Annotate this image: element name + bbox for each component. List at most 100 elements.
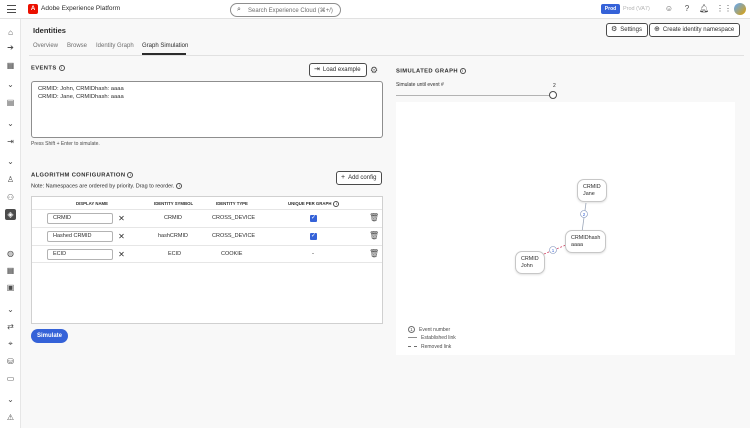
- events-textarea[interactable]: CRMID: John, CRMIDhash: aaaa CRMID: Jane…: [31, 81, 383, 138]
- people-icon[interactable]: ⚇: [5, 192, 16, 203]
- sandbox-name[interactable]: Prod (VA7): [623, 6, 650, 12]
- display-name-field[interactable]: Hashed CRMID: [47, 231, 113, 242]
- graph-node-crmid-jane[interactable]: CRMID Jane: [577, 179, 607, 202]
- feedback-icon[interactable]: ☺: [664, 4, 674, 14]
- events-heading: EVENTS i: [31, 65, 65, 72]
- home-icon[interactable]: ⌂: [5, 27, 16, 38]
- identity-icon[interactable]: ◈: [5, 209, 16, 220]
- help-icon[interactable]: ?: [682, 4, 692, 14]
- event-number-marker: 1: [408, 326, 415, 333]
- policy-icon[interactable]: ▣: [5, 282, 16, 293]
- grid-icon[interactable]: ▦: [5, 60, 16, 71]
- chevron-down-icon[interactable]: ⌄: [5, 118, 16, 129]
- page-title: Identities: [33, 26, 66, 35]
- tab-identity-graph[interactable]: Identity Graph: [96, 43, 134, 49]
- chevron-down-icon[interactable]: ⌄: [5, 304, 16, 315]
- data-icon[interactable]: ▤: [5, 97, 16, 108]
- apps-grid-icon[interactable]: ⋮⋮: [716, 4, 732, 14]
- add-config-button[interactable]: + Add config: [336, 171, 383, 185]
- unique-per-graph-checkbox[interactable]: ✓: [310, 233, 317, 240]
- app-title[interactable]: Adobe Experience Platform: [41, 5, 120, 12]
- monitor-icon[interactable]: ▭: [5, 373, 16, 384]
- established-link-swatch: [408, 337, 417, 339]
- load-example-label: Load example: [322, 67, 361, 73]
- info-icon[interactable]: i: [58, 65, 65, 71]
- tab-graph-simulation[interactable]: Graph Simulation: [142, 43, 188, 49]
- identity-type: CROSS_DEVICE: [212, 215, 256, 221]
- unique-per-graph-checkbox[interactable]: ✓: [310, 215, 317, 222]
- chevron-down-icon[interactable]: ⌄: [5, 156, 16, 167]
- notifications-icon[interactable]: 🔔︎: [699, 4, 709, 14]
- event-line: CRMID: Jane, CRMIDhash: aaaa: [38, 94, 124, 100]
- legend-established-link: Established link: [408, 335, 456, 341]
- node-namespace: CRMIDhash: [571, 235, 601, 241]
- info-icon[interactable]: i: [459, 68, 466, 74]
- chevron-down-icon[interactable]: ⌄: [5, 79, 16, 90]
- node-namespace: CRMID: [521, 256, 539, 262]
- column-header-unique-per-graph: UNIQUE PER GRAPH i: [288, 201, 340, 207]
- load-example-button[interactable]: ⇥ Load example: [309, 63, 367, 77]
- create-namespace-label: Create identity namespace: [662, 27, 735, 33]
- delete-icon[interactable]: 🗑︎: [369, 213, 379, 222]
- table-row[interactable]: CRMID ✕ CRMID CROSS_DEVICE ✓ 🗑︎: [32, 209, 382, 227]
- add-icon: +: [341, 174, 346, 181]
- clear-icon[interactable]: ✕: [116, 249, 127, 260]
- import-icon[interactable]: ⇥: [5, 136, 16, 147]
- create-identity-namespace-button[interactable]: ⊕ Create identity namespace: [649, 23, 741, 37]
- graph-canvas[interactable]: 2 1 CRMID Jane CRMIDhash aaaa CRMID John: [396, 102, 735, 355]
- tab-overview[interactable]: Overview: [33, 43, 58, 49]
- simulate-button[interactable]: Simulate: [31, 329, 68, 343]
- removed-link-swatch: [408, 346, 417, 348]
- adobe-logo[interactable]: A: [28, 4, 38, 14]
- flow-icon[interactable]: ⇄: [5, 321, 16, 332]
- event-slider-handle[interactable]: [549, 91, 557, 99]
- clear-icon[interactable]: ✕: [116, 231, 127, 242]
- display-name-field[interactable]: CRMID: [47, 213, 113, 224]
- info-icon[interactable]: i: [127, 172, 134, 178]
- unique-per-graph-value: -: [312, 251, 314, 257]
- database-icon[interactable]: ⛁: [5, 356, 16, 367]
- identity-type: CROSS_DEVICE: [212, 233, 256, 239]
- events-settings-gear-icon[interactable]: ⚙: [370, 65, 378, 76]
- table-row[interactable]: Hashed CRMID ✕ hashCRMID CROSS_DEVICE ✓ …: [32, 227, 382, 245]
- grid-icon[interactable]: ▦: [5, 265, 16, 276]
- event-slider-track[interactable]: [396, 95, 552, 96]
- identity-symbol: CRMID: [164, 215, 183, 221]
- settings-button[interactable]: ⚙ Settings: [606, 23, 648, 37]
- segments-icon[interactable]: ◍: [5, 248, 16, 259]
- clear-icon[interactable]: ✕: [116, 213, 127, 224]
- display-name-field[interactable]: ECID: [47, 249, 113, 260]
- algorithm-config-heading: ALGORITHM CONFIGURATION i: [31, 172, 134, 179]
- table-row[interactable]: ECID ✕ ECID COOKIE - 🗑︎: [32, 245, 382, 263]
- delete-icon[interactable]: 🗑︎: [369, 231, 379, 240]
- info-icon[interactable]: i: [176, 183, 183, 189]
- search-input[interactable]: ⌕ Search Experience Cloud (⌘+/): [230, 2, 341, 17]
- simulate-hint: Press Shift + Enter to simulate.: [31, 141, 100, 147]
- graph-node-crmidhash-aaaa[interactable]: CRMIDhash aaaa: [565, 230, 607, 253]
- alert-icon[interactable]: ⚠: [5, 412, 16, 423]
- arrow-right-icon[interactable]: ➔: [5, 42, 16, 53]
- sandbox-badge[interactable]: Prod: [601, 4, 620, 14]
- slider-value: 2: [553, 83, 556, 89]
- menu-icon[interactable]: [7, 5, 16, 13]
- graph-edges: 2 1: [543, 202, 588, 255]
- tabs-divider: [29, 55, 744, 56]
- node-value: Jane: [583, 190, 595, 197]
- user-icon[interactable]: ♙: [5, 174, 16, 185]
- gear-icon: ⚙: [611, 26, 618, 33]
- chevron-down-icon[interactable]: ⌄: [5, 394, 16, 405]
- legend-removed-link: Removed link: [408, 344, 451, 350]
- graph-node-crmid-john[interactable]: CRMID John: [515, 251, 545, 274]
- search-icon: ⌕: [237, 6, 241, 13]
- node-namespace: CRMID: [583, 184, 601, 190]
- info-icon[interactable]: i: [333, 201, 340, 207]
- location-icon[interactable]: ⌖: [5, 338, 16, 349]
- delete-icon[interactable]: 🗑︎: [369, 249, 379, 258]
- add-circle-icon: ⊕: [654, 26, 660, 33]
- avatar[interactable]: [734, 3, 746, 15]
- column-header-identity-type: IDENTITY TYPE: [216, 201, 248, 206]
- left-rail: ⌂ ➔ ▦ ⌄ ▤ ⌄ ⇥ ⌄ ♙ ⚇ ◈ ◍ ▦ ▣ ⌄ ⇄ ⌖ ⛁ ▭ ⌄ …: [0, 19, 21, 428]
- tab-browse[interactable]: Browse: [67, 43, 87, 49]
- namespace-config-table: DISPLAY NAME IDENTITY SYMBOL IDENTITY TY…: [31, 196, 383, 324]
- column-header-display-name: DISPLAY NAME: [76, 201, 108, 206]
